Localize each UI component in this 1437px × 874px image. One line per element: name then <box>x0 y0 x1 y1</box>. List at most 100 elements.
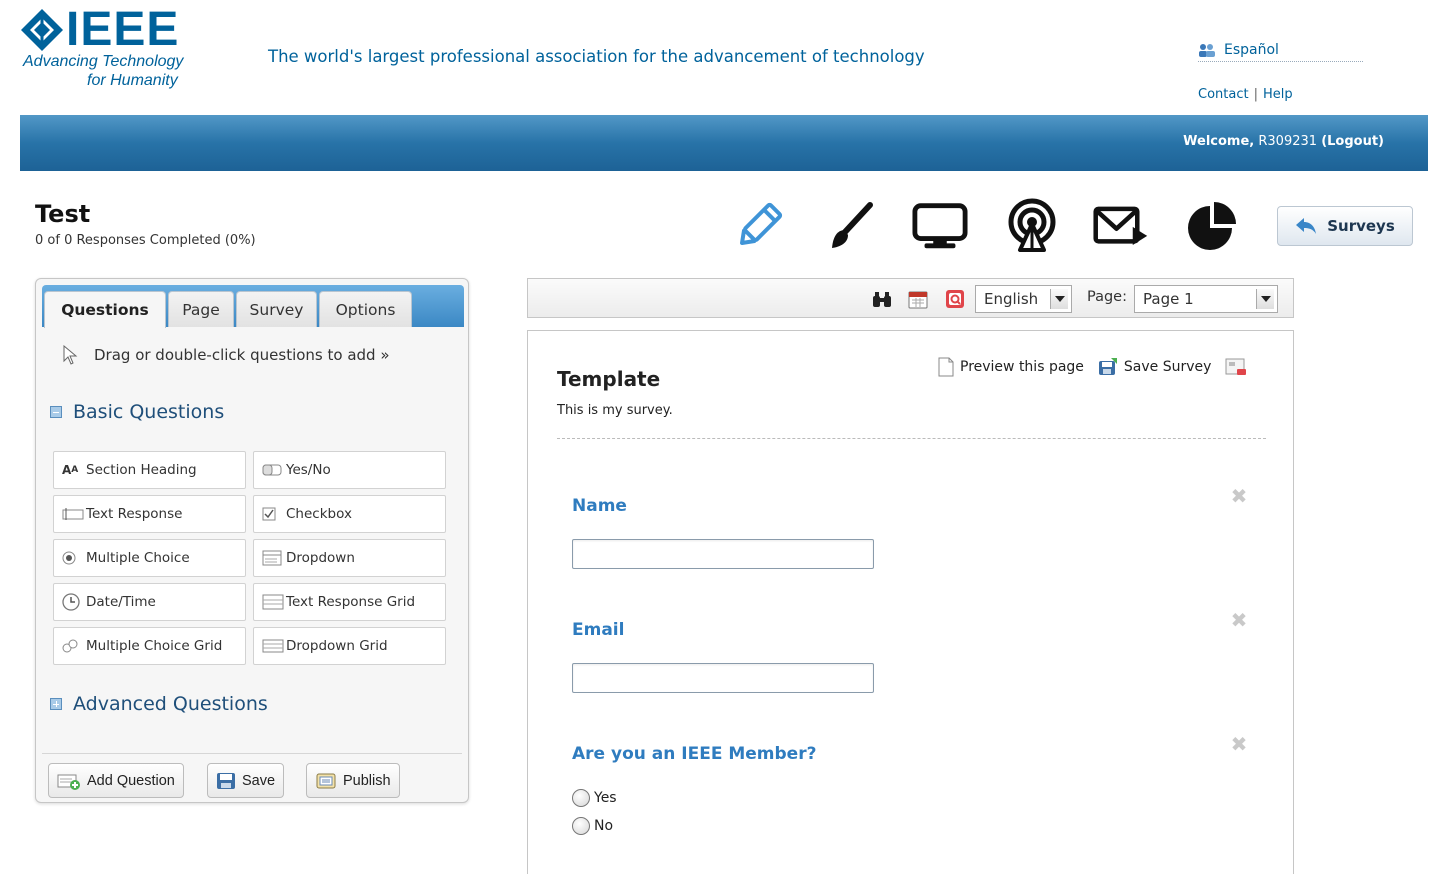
pie-chart-icon <box>1188 202 1236 250</box>
toggle-icon <box>262 464 284 476</box>
question-label: Checkbox <box>286 506 352 522</box>
language-link-label: Español <box>1224 41 1279 58</box>
invite-survey-button[interactable] <box>1093 198 1149 254</box>
distribute-survey-button[interactable] <box>1004 198 1060 254</box>
logo-slogan-line1: Advancing Technology <box>23 53 184 70</box>
option-label: Yes <box>594 790 617 806</box>
schedule-button[interactable] <box>908 289 928 309</box>
member-option-yes[interactable]: Yes <box>572 789 617 807</box>
logo-wordmark: IEEE <box>66 3 180 56</box>
question-label: Yes/No <box>286 462 331 478</box>
advanced-questions-toggle[interactable]: Advanced Questions <box>50 693 268 715</box>
question-checkbox[interactable]: Checkbox <box>253 495 446 533</box>
question-yes-no[interactable]: Yes/No <box>253 451 446 489</box>
username: R309231 <box>1258 134 1318 149</box>
tab-page[interactable]: Page <box>168 291 234 327</box>
surveys-button[interactable]: Surveys <box>1277 206 1413 246</box>
font-size-icon: AA <box>62 463 79 477</box>
ieee-logo[interactable]: IEEE Advancing Technology for Humanity <box>20 3 220 90</box>
advanced-questions-heading: Advanced Questions <box>73 693 268 715</box>
question-palette: Questions Page Survey Options Drag or do… <box>35 278 469 803</box>
quota-button[interactable] <box>945 289 965 309</box>
question-section-heading[interactable]: AA Section Heading <box>53 451 246 489</box>
page-settings-button[interactable] <box>1225 358 1253 376</box>
question-label: Text Response Grid <box>286 594 416 610</box>
question-dropdown-grid[interactable]: Dropdown Grid <box>253 627 446 665</box>
site-tagline: The world's largest professional associa… <box>268 47 925 66</box>
edit-survey-button[interactable] <box>731 198 787 254</box>
drag-hint-text: Drag or double-click questions to add » <box>94 346 390 364</box>
radio-button[interactable] <box>572 789 590 807</box>
tab-questions[interactable]: Questions <box>44 291 166 328</box>
binoculars-icon <box>873 292 891 307</box>
back-arrow-icon <box>1296 218 1317 234</box>
preview-page-label: Preview this page <box>960 359 1084 375</box>
dropdown-list-icon <box>262 550 284 566</box>
results-survey-button[interactable] <box>1184 198 1240 254</box>
member-option-no[interactable]: No <box>572 817 613 835</box>
page-select-value: Page 1 <box>1143 290 1194 308</box>
tab-options[interactable]: Options <box>319 291 412 327</box>
question-text-response[interactable]: Text Response <box>53 495 246 533</box>
publish-button[interactable]: Publish <box>306 763 400 798</box>
ieee-diamond-icon <box>21 9 63 51</box>
palette-tab-bar: Questions Page Survey Options <box>42 285 464 328</box>
response-status: 0 of 0 Responses Completed (0%) <box>35 233 256 248</box>
broadcast-icon <box>1008 198 1056 252</box>
language-select[interactable]: English <box>975 285 1072 313</box>
question-name-label: Name <box>572 496 627 516</box>
add-question-label: Add Question <box>87 772 175 789</box>
publish-label: Publish <box>343 772 391 789</box>
radio-button[interactable] <box>572 817 590 835</box>
preview-page-button[interactable]: Preview this page <box>938 357 1084 377</box>
basic-questions-toggle[interactable]: Basic Questions <box>50 401 224 423</box>
logout-link[interactable]: (Logout) <box>1321 134 1384 149</box>
language-link[interactable]: Español <box>1198 38 1363 62</box>
question-label: Section Heading <box>86 462 197 478</box>
page-label: Page: <box>1087 289 1127 305</box>
close-icon[interactable]: ✖ <box>1230 610 1248 630</box>
link-separator: | <box>1253 87 1258 102</box>
chevron-down-icon <box>1256 289 1274 309</box>
brush-icon <box>832 202 873 248</box>
grid-icon <box>262 594 284 610</box>
floppy-disk-icon <box>217 772 235 789</box>
publish-icon <box>316 773 336 788</box>
logo-slogan-line2: for Humanity <box>87 72 178 89</box>
question-text-response-grid[interactable]: Text Response Grid <box>253 583 446 621</box>
question-multiple-choice-grid[interactable]: Multiple Choice Grid <box>53 627 246 665</box>
canvas-actions: Preview this page Save Survey <box>938 357 1267 377</box>
design-survey-button[interactable] <box>822 198 878 254</box>
tab-survey[interactable]: Survey <box>236 291 317 327</box>
save-survey-button[interactable]: Save Survey <box>1098 358 1211 376</box>
checkbox-icon <box>262 507 284 521</box>
name-field[interactable] <box>572 539 874 569</box>
text-field-icon <box>62 508 84 520</box>
question-label: Dropdown <box>286 550 355 566</box>
monitor-icon <box>912 203 968 249</box>
question-dropdown[interactable]: Dropdown <box>253 539 446 577</box>
preview-survey-button[interactable] <box>912 198 968 254</box>
collapse-icon <box>50 406 62 418</box>
editor-toolbar: English Page: Page 1 <box>527 278 1294 318</box>
page-description: This is my survey. <box>557 403 673 418</box>
page-select[interactable]: Page 1 <box>1134 285 1278 313</box>
close-icon[interactable]: ✖ <box>1230 734 1248 754</box>
survey-title: Test <box>35 200 91 228</box>
mail-icon <box>1093 206 1148 245</box>
document-icon <box>938 357 954 377</box>
find-button[interactable] <box>872 289 892 309</box>
save-button[interactable]: Save <box>207 763 285 798</box>
dropdown-grid-icon <box>262 639 284 653</box>
welcome-message: Welcome, R309231 (Logout) <box>1183 134 1384 149</box>
email-field[interactable] <box>572 663 874 693</box>
expand-icon <box>50 698 62 710</box>
question-date-time[interactable]: Date/Time <box>53 583 246 621</box>
contact-link[interactable]: Contact <box>1198 87 1249 102</box>
question-multiple-choice[interactable]: Multiple Choice <box>53 539 246 577</box>
clock-icon <box>62 593 84 611</box>
close-icon[interactable]: ✖ <box>1230 486 1248 506</box>
language-select-value: English <box>984 290 1039 308</box>
help-link[interactable]: Help <box>1263 87 1293 102</box>
add-question-button[interactable]: Add Question <box>48 763 184 798</box>
